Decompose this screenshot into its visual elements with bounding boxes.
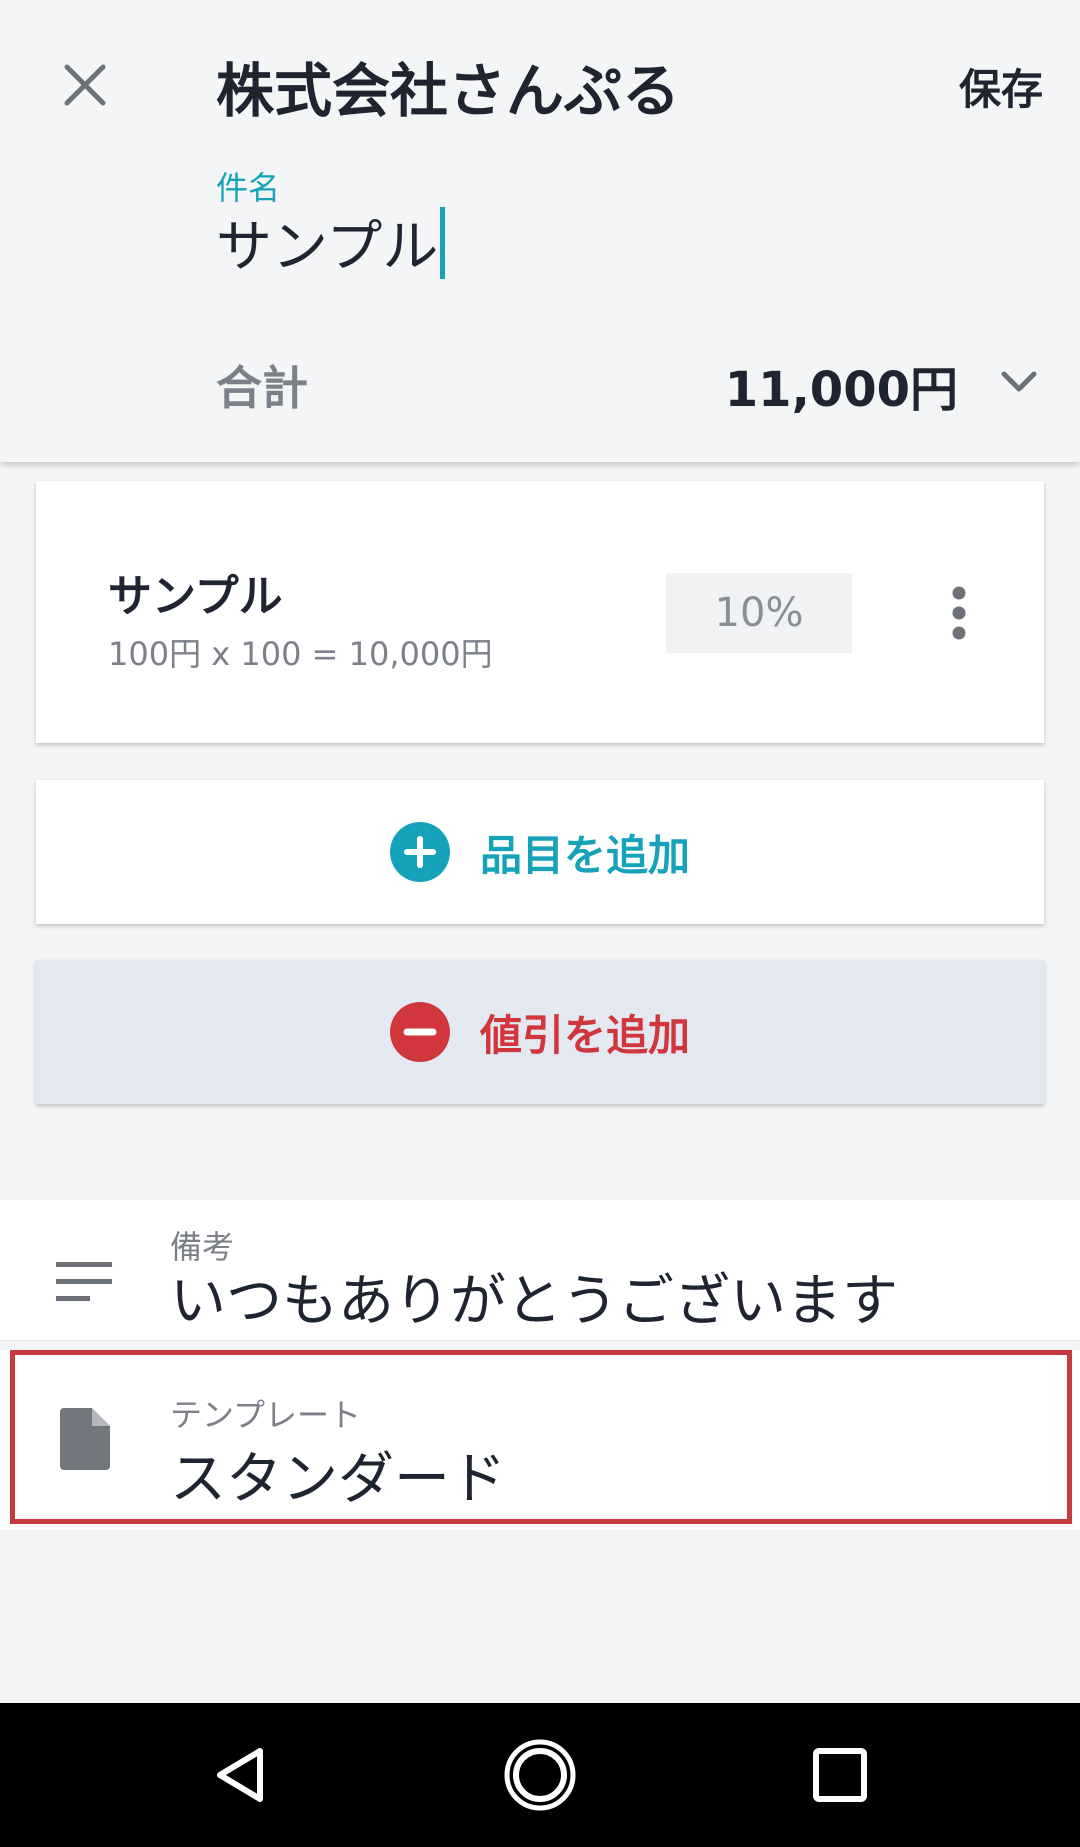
template-value: スタンダード bbox=[170, 1447, 506, 1512]
notes-icon bbox=[56, 1262, 112, 1306]
nav-home-button[interactable] bbox=[490, 1725, 590, 1825]
subject-input[interactable]: サンプル bbox=[216, 202, 446, 283]
minus-circle-icon bbox=[389, 1002, 450, 1062]
notes-value: いつもありがとうございます bbox=[170, 1269, 898, 1334]
item-name: サンプル bbox=[108, 571, 283, 622]
text-caret bbox=[440, 206, 446, 279]
save-button[interactable]: 保存 bbox=[959, 56, 1043, 117]
template-label: テンプレート bbox=[170, 1396, 362, 1434]
nav-back-button[interactable] bbox=[190, 1725, 290, 1825]
header: 株式会社さんぷる 保存 件名 サンプル 合計 11,000円 bbox=[0, 0, 1080, 462]
notes-row[interactable]: 備考 いつもありがとうございます bbox=[0, 1200, 1080, 1341]
add-discount-button[interactable]: 値引を追加 bbox=[36, 960, 1044, 1104]
close-button[interactable] bbox=[50, 50, 120, 120]
add-item-button[interactable]: 品目を追加 bbox=[36, 780, 1044, 924]
file-icon bbox=[60, 1408, 110, 1474]
chevron-down-icon bbox=[1001, 371, 1037, 392]
total-expand-button[interactable] bbox=[998, 360, 1040, 402]
template-row[interactable]: テンプレート スタンダード bbox=[0, 1350, 1080, 1530]
nav-recents-button[interactable] bbox=[790, 1725, 890, 1825]
back-icon bbox=[217, 1748, 263, 1802]
add-discount-label: 値引を追加 bbox=[479, 1010, 690, 1060]
total-value: 11,000円 bbox=[724, 362, 958, 418]
total-label: 合計 bbox=[216, 361, 308, 415]
item-more-button[interactable] bbox=[931, 565, 987, 661]
add-item-label: 品目を追加 bbox=[479, 830, 690, 880]
system-nav-bar bbox=[0, 1703, 1080, 1847]
recents-icon bbox=[813, 1748, 867, 1802]
close-icon bbox=[64, 64, 106, 106]
more-vert-icon bbox=[952, 586, 966, 640]
line-item-card[interactable]: サンプル 100円 x 100 = 10,000円 10% bbox=[36, 481, 1044, 743]
home-icon bbox=[504, 1739, 576, 1811]
subject-value: サンプル bbox=[216, 215, 439, 280]
plus-circle-icon bbox=[389, 822, 450, 882]
page-title: 株式会社さんぷる bbox=[216, 57, 681, 125]
item-formula: 100円 x 100 = 10,000円 bbox=[108, 635, 493, 673]
tax-rate-badge[interactable]: 10% bbox=[666, 573, 852, 653]
